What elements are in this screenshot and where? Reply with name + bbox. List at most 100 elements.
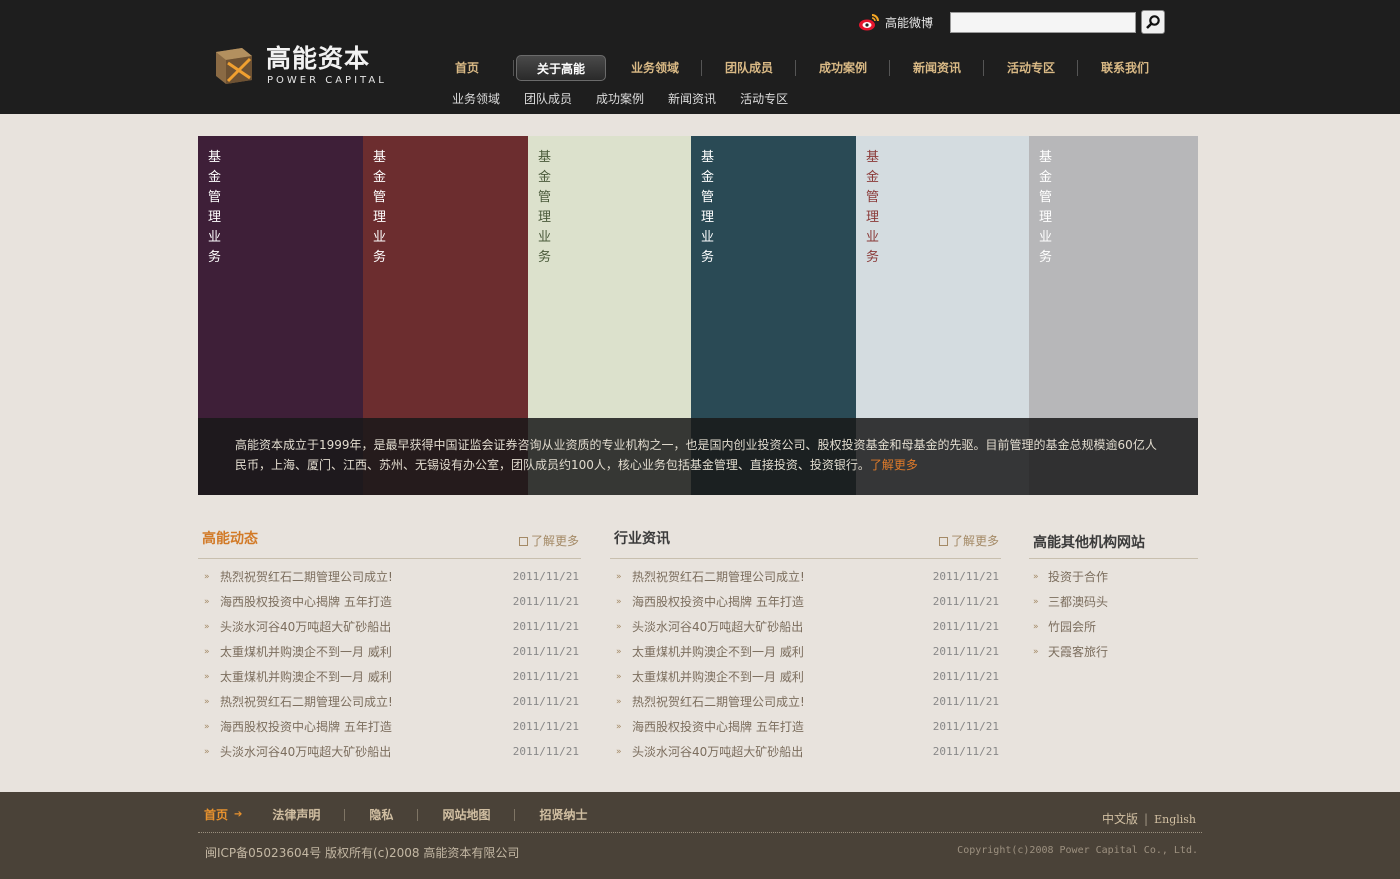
- footer-divider: [417, 808, 419, 821]
- news-title: 热烈祝贺红石二期管理公司成立!: [220, 695, 393, 709]
- search-input[interactable]: [950, 12, 1136, 33]
- bullet-arrow-icon: »: [616, 597, 622, 607]
- section-header: 高能动态 了解更多: [198, 523, 581, 559]
- site-name: 投资于合作: [1048, 570, 1109, 584]
- nav-news[interactable]: 新闻资讯: [890, 55, 984, 81]
- news-title: 太重煤机并购澳企不到一月 威利: [220, 670, 392, 684]
- bullet-arrow-icon: »: [204, 697, 210, 707]
- section-header: 高能其他机构网站: [1029, 523, 1198, 559]
- more-link[interactable]: 了解更多: [938, 532, 999, 549]
- nav-home[interactable]: 首页: [420, 55, 514, 81]
- bullet-arrow-icon: »: [1033, 647, 1039, 657]
- arrow-right-icon: ➔: [234, 809, 243, 820]
- lang-english[interactable]: English: [1154, 813, 1196, 826]
- nav-team[interactable]: 团队成员: [702, 55, 796, 81]
- footer-home-link[interactable]: 首页: [204, 806, 228, 823]
- subnav-cases[interactable]: 成功案例: [596, 90, 644, 107]
- other-sites-section: 高能其他机构网站 » 投资于合作 » 三都澳码头 » 竹园会所 » 天霞客旅行: [1029, 523, 1198, 666]
- news-item[interactable]: » 太重煤机并购澳企不到一月 威利 2011/11/21: [198, 641, 581, 666]
- nav-events[interactable]: 活动专区: [984, 55, 1078, 81]
- more-label: 了解更多: [950, 534, 999, 548]
- bullet-arrow-icon: »: [1033, 622, 1039, 632]
- news-list: » 热烈祝贺红石二期管理公司成立! 2011/11/21 » 海西股权投资中心揭牌 五年…: [610, 566, 1001, 766]
- search-icon: [1146, 15, 1160, 29]
- news-date: 2011/11/21: [512, 620, 579, 633]
- news-item[interactable]: » 头淡水河谷40万吨超大矿砂船出 2011/11/21: [198, 616, 581, 641]
- news-item[interactable]: » 海西股权投资中心揭牌 五年打造 2011/11/21: [198, 716, 581, 741]
- subnav-business[interactable]: 业务领域: [452, 90, 500, 107]
- section-title: 高能动态: [202, 531, 258, 547]
- news-date: 2011/11/21: [932, 695, 999, 708]
- bullet-arrow-icon: »: [204, 597, 210, 607]
- copyright-text: Copyright(c)2008 Power Capital Co., Ltd.: [957, 845, 1198, 856]
- weibo-label: 高能微博: [885, 15, 934, 30]
- news-date: 2011/11/21: [512, 595, 579, 608]
- site-name: 天霞客旅行: [1048, 645, 1109, 659]
- news-title: 海西股权投资中心揭牌 五年打造: [220, 720, 392, 734]
- site-link[interactable]: » 三都澳码头: [1029, 591, 1198, 616]
- bullet-arrow-icon: »: [616, 697, 622, 707]
- nav-contact[interactable]: 联系我们: [1078, 55, 1172, 81]
- more-link[interactable]: 了解更多: [518, 532, 579, 549]
- news-item[interactable]: » 海西股权投资中心揭牌 五年打造 2011/11/21: [198, 591, 581, 616]
- news-item[interactable]: » 热烈祝贺红石二期管理公司成立! 2011/11/21: [610, 691, 1001, 716]
- bullet-arrow-icon: »: [616, 647, 622, 657]
- news-date: 2011/11/21: [512, 745, 579, 758]
- nav-cases[interactable]: 成功案例: [796, 55, 890, 81]
- caption-more-link[interactable]: 了解更多: [870, 458, 918, 472]
- news-list: » 热烈祝贺红石二期管理公司成立! 2011/11/21 » 海西股权投资中心揭牌 五年…: [198, 566, 581, 766]
- nav-about[interactable]: 关于高能: [516, 55, 606, 81]
- news-item[interactable]: » 太重煤机并购澳企不到一月 威利 2011/11/21: [198, 666, 581, 691]
- more-icon: [518, 537, 528, 546]
- news-item[interactable]: » 头淡水河谷40万吨超大矿砂船出 2011/11/21: [610, 616, 1001, 641]
- search-button[interactable]: [1141, 10, 1165, 34]
- news-item[interactable]: » 海西股权投资中心揭牌 五年打造 2011/11/21: [610, 591, 1001, 616]
- news-item[interactable]: » 海西股权投资中心揭牌 五年打造 2011/11/21: [610, 716, 1001, 741]
- site-link[interactable]: » 投资于合作: [1029, 566, 1198, 591]
- more-label: 了解更多: [530, 534, 579, 548]
- weibo-icon: [859, 14, 879, 31]
- footer-careers-link[interactable]: 招贤纳士: [539, 806, 587, 823]
- subnav-team[interactable]: 团队成员: [524, 90, 572, 107]
- news-title: 太重煤机并购澳企不到一月 威利: [632, 645, 804, 659]
- site-link[interactable]: » 天霞客旅行: [1029, 641, 1198, 666]
- language-switcher: 中文版 | English: [1102, 810, 1196, 827]
- logo[interactable]: 高能资本 POWER CAPITAL: [212, 44, 392, 90]
- lang-divider: |: [1144, 812, 1149, 826]
- news-item[interactable]: » 头淡水河谷40万吨超大矿砂船出 2011/11/21: [610, 741, 1001, 766]
- main-nav: 首页 关于高能 业务领域 团队成员 成功案例 新闻资讯 活动专区 联系我们: [420, 54, 1172, 82]
- footer-sitemap-link[interactable]: 网站地图: [442, 806, 490, 823]
- footer-privacy-link[interactable]: 隐私: [369, 806, 393, 823]
- news-title: 太重煤机并购澳企不到一月 威利: [632, 670, 804, 684]
- footer-divider-line: [198, 832, 1202, 833]
- weibo-link[interactable]: 高能微博: [858, 12, 933, 32]
- footer-divider: [344, 808, 346, 821]
- footer-nav: 首页 ➔ 法律声明 隐私 网站地图 招贤纳士: [204, 806, 587, 823]
- news-date: 2011/11/21: [932, 720, 999, 733]
- footer: 首页 ➔ 法律声明 隐私 网站地图 招贤纳士 中文版 | English 闽ICP备…: [0, 792, 1400, 879]
- footer-legal-link[interactable]: 法律声明: [272, 806, 320, 823]
- site-link[interactable]: » 竹园会所: [1029, 616, 1198, 641]
- more-icon: [938, 537, 948, 546]
- news-item[interactable]: » 太重煤机并购澳企不到一月 威利 2011/11/21: [610, 666, 1001, 691]
- bullet-arrow-icon: »: [204, 622, 210, 632]
- news-item[interactable]: » 热烈祝贺红石二期管理公司成立! 2011/11/21: [610, 566, 1001, 591]
- news-item[interactable]: » 热烈祝贺红石二期管理公司成立! 2011/11/21: [198, 691, 581, 716]
- bullet-arrow-icon: »: [204, 722, 210, 732]
- banner-panel-label: 基金管理业务: [373, 150, 387, 265]
- subnav-events[interactable]: 活动专区: [740, 90, 788, 107]
- news-date: 2011/11/21: [932, 745, 999, 758]
- banner-panel-label: 基金管理业务: [866, 150, 880, 265]
- news-item[interactable]: » 太重煤机并购澳企不到一月 威利 2011/11/21: [610, 641, 1001, 666]
- lang-chinese[interactable]: 中文版: [1102, 812, 1138, 826]
- nav-business[interactable]: 业务领域: [608, 55, 702, 81]
- news-title: 头淡水河谷40万吨超大矿砂船出: [220, 620, 392, 634]
- news-item[interactable]: » 头淡水河谷40万吨超大矿砂船出 2011/11/21: [198, 741, 581, 766]
- header: 高能资本 POWER CAPITAL 高能微博 首页 关于高能 业务领域 团队成…: [0, 0, 1400, 114]
- subnav-news[interactable]: 新闻资讯: [668, 90, 716, 107]
- sub-nav: 业务领域 团队成员 成功案例 新闻资讯 活动专区: [452, 90, 812, 107]
- news-title: 头淡水河谷40万吨超大矿砂船出: [632, 745, 804, 759]
- news-item[interactable]: » 热烈祝贺红石二期管理公司成立! 2011/11/21: [198, 566, 581, 591]
- section-title: 行业资讯: [614, 531, 670, 547]
- sites-list: » 投资于合作 » 三都澳码头 » 竹园会所 » 天霞客旅行: [1029, 566, 1198, 666]
